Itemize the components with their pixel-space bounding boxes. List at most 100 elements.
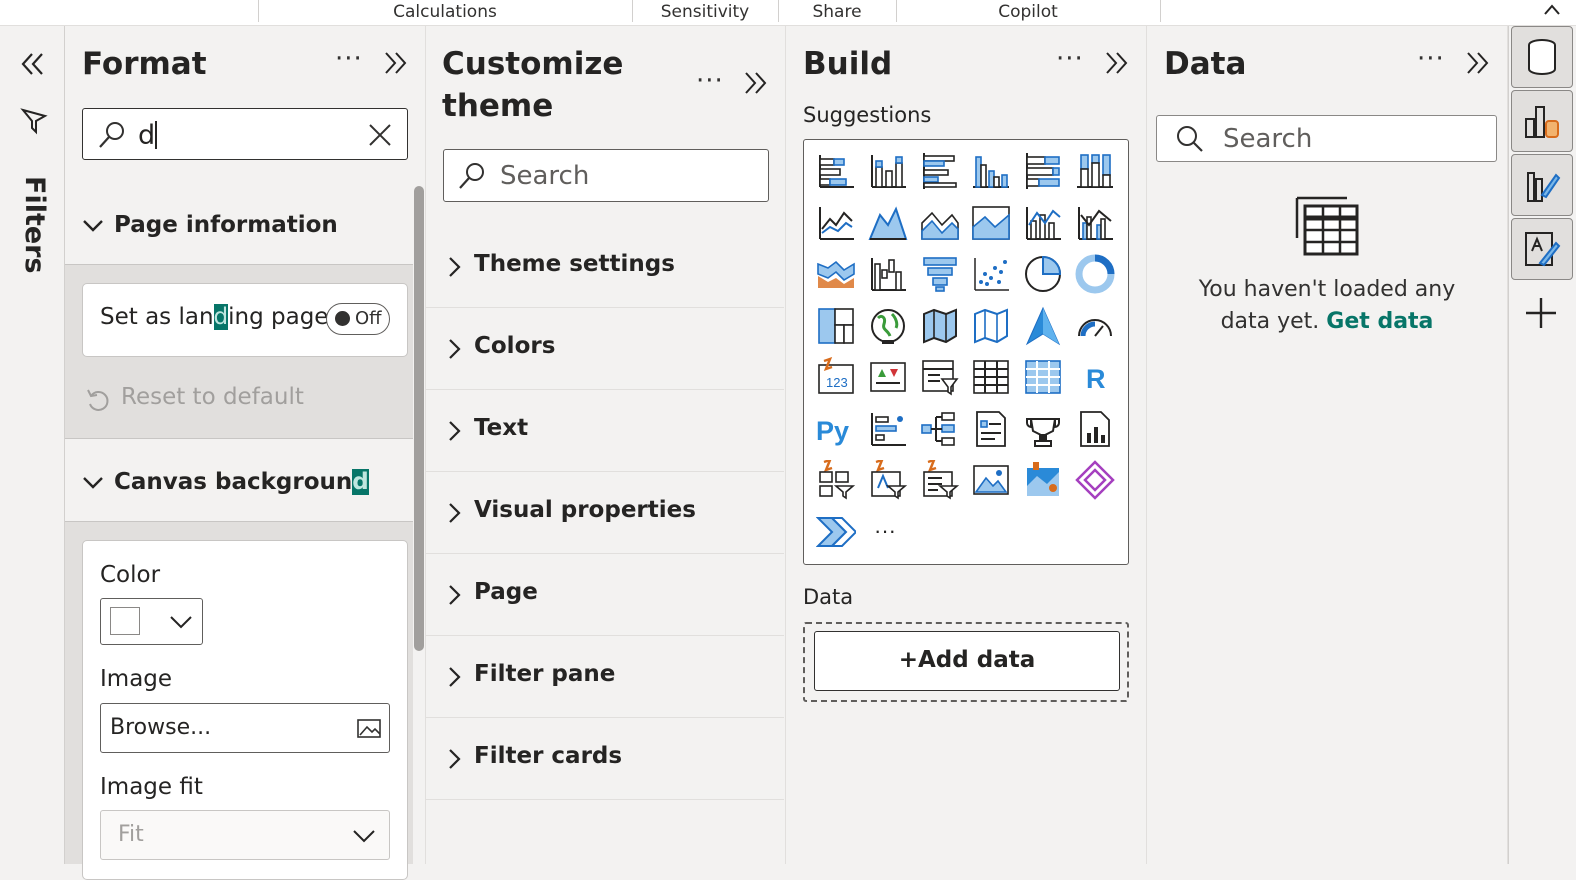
theme-item-visual-properties[interactable]: Visual properties (426, 472, 784, 554)
chevron-right-icon (449, 667, 461, 687)
slicer-icon[interactable] (918, 355, 962, 399)
qa-icon[interactable] (969, 407, 1013, 451)
paginated-report-icon[interactable] (1073, 407, 1117, 451)
svg-text:Py: Py (816, 416, 849, 446)
image-browse-field[interactable]: Browse... (100, 703, 390, 753)
theme-item-text[interactable]: Text (426, 390, 784, 472)
theme-item-theme-settings[interactable]: Theme settings (426, 226, 784, 308)
format-title: Format (82, 46, 207, 82)
100-stacked-column-chart-icon[interactable] (1073, 149, 1117, 193)
chevron-right-icon (449, 585, 461, 605)
build-title: Build (803, 46, 893, 82)
image-fit-select[interactable]: Fit (100, 810, 390, 860)
shape-map-icon[interactable] (969, 304, 1013, 348)
chevron-right-icon (449, 257, 461, 277)
format-search-input[interactable]: d (82, 108, 408, 160)
stacked-bar-chart-icon[interactable] (814, 149, 858, 193)
theme-item-page[interactable]: Page (426, 554, 784, 636)
add-pane-icon[interactable] (1524, 296, 1558, 330)
ribbon-chart-icon[interactable] (814, 252, 858, 296)
line-and-stacked-column-chart-icon[interactable] (1021, 201, 1065, 245)
data-title: Data (1164, 46, 1247, 82)
format-search-value: d (138, 120, 156, 151)
customize-theme-icon (1525, 232, 1561, 267)
image-icon[interactable] (969, 458, 1013, 502)
toggle-knob (335, 311, 350, 326)
stacked-area-chart-icon[interactable] (918, 201, 962, 245)
build-pane-toggle-button[interactable] (1511, 90, 1573, 152)
funnel-chart-icon[interactable] (918, 252, 962, 296)
r-visual-icon[interactable]: R (1073, 355, 1117, 399)
suggestions-label: Suggestions (803, 103, 932, 127)
table-icon[interactable] (969, 355, 1013, 399)
map-icon[interactable] (866, 304, 910, 348)
donut-chart-icon[interactable] (1073, 252, 1117, 296)
divider (65, 438, 413, 439)
100-stacked-area-chart-icon[interactable] (969, 201, 1013, 245)
visualization-gallery: 123 R Py ··· (803, 139, 1129, 565)
narrative-icon[interactable] (1021, 407, 1065, 451)
landing-page-label: Set as landing page (100, 304, 329, 330)
area-chart-icon[interactable] (866, 201, 910, 245)
key-influencers-icon[interactable] (866, 407, 910, 451)
card-icon[interactable]: 123 (814, 355, 858, 399)
add-data-dropzone[interactable]: +Add data (803, 622, 1129, 702)
build-visual-icon (1525, 106, 1559, 138)
collapse-ribbon-icon[interactable] (1542, 2, 1562, 18)
filters-strip[interactable]: Filters (0, 26, 65, 864)
kpi-icon[interactable] (866, 355, 910, 399)
data-pane-toggle-button[interactable] (1511, 26, 1573, 88)
color-picker[interactable] (100, 598, 203, 645)
text-slicer-icon[interactable] (866, 458, 910, 502)
get-data-link[interactable]: Get data (1326, 309, 1433, 334)
stacked-column-chart-icon[interactable] (866, 149, 910, 193)
scatter-chart-icon[interactable] (969, 252, 1013, 296)
pie-chart-icon[interactable] (1021, 252, 1065, 296)
theme-item-colors[interactable]: Colors (426, 308, 784, 390)
landing-page-toggle[interactable]: Off (326, 303, 390, 335)
line-and-clustered-column-chart-icon[interactable] (1073, 201, 1117, 245)
list-slicer-icon[interactable] (918, 458, 962, 502)
theme-search-input[interactable]: Search (443, 149, 769, 202)
data-search-input[interactable]: Search (1156, 115, 1497, 162)
chevron-right-icon (449, 421, 461, 441)
more-visuals-icon[interactable]: ··· (866, 510, 910, 554)
clear-search-icon[interactable] (367, 122, 393, 148)
button-slicer-icon[interactable] (814, 458, 858, 502)
100-stacked-bar-chart-icon[interactable] (1021, 149, 1065, 193)
reset-to-default-button[interactable]: Reset to default (121, 384, 304, 410)
customize-theme-toggle-button[interactable] (1511, 218, 1573, 280)
ribbon-group-sensitivity: Sensitivity (660, 2, 750, 22)
theme-item-filter-pane[interactable]: Filter pane (426, 636, 784, 718)
expand-filters-icon[interactable] (18, 50, 46, 78)
collapse-theme-icon[interactable] (742, 68, 770, 98)
waterfall-chart-icon[interactable] (866, 252, 910, 296)
build-more-options-icon[interactable]: ··· (1056, 44, 1084, 74)
format-scrollbar[interactable] (414, 186, 424, 651)
ribbon-group-copilot: Copilot (998, 2, 1058, 22)
decomposition-tree-icon[interactable] (918, 407, 962, 451)
treemap-icon[interactable] (814, 304, 858, 348)
matrix-icon[interactable] (1021, 355, 1065, 399)
theme-item-filter-cards[interactable]: Filter cards (426, 718, 784, 800)
data-more-options-icon[interactable]: ··· (1417, 44, 1445, 74)
clustered-column-chart-icon[interactable] (969, 149, 1013, 193)
gauge-icon[interactable] (1073, 304, 1117, 348)
clustered-bar-chart-icon[interactable] (918, 149, 962, 193)
format-more-options-icon[interactable]: ··· (335, 44, 363, 74)
line-chart-icon[interactable] (814, 201, 858, 245)
azure-map-icon[interactable] (1021, 304, 1065, 348)
add-data-button[interactable]: +Add data (814, 631, 1120, 691)
filled-map-icon[interactable] (918, 304, 962, 348)
theme-more-options-icon[interactable]: ··· (696, 66, 724, 96)
format-pane-toggle-button[interactable] (1511, 154, 1573, 216)
power-apps-icon[interactable] (1073, 458, 1117, 502)
power-automate-icon[interactable] (814, 510, 858, 554)
collapse-data-icon[interactable] (1464, 48, 1492, 78)
chevron-down-icon (83, 477, 103, 489)
python-visual-icon[interactable]: Py (814, 407, 858, 451)
collapse-format-icon[interactable] (382, 48, 410, 78)
chevron-right-icon (449, 339, 461, 359)
arcgis-map-icon[interactable] (1021, 458, 1065, 502)
collapse-build-icon[interactable] (1103, 48, 1131, 78)
